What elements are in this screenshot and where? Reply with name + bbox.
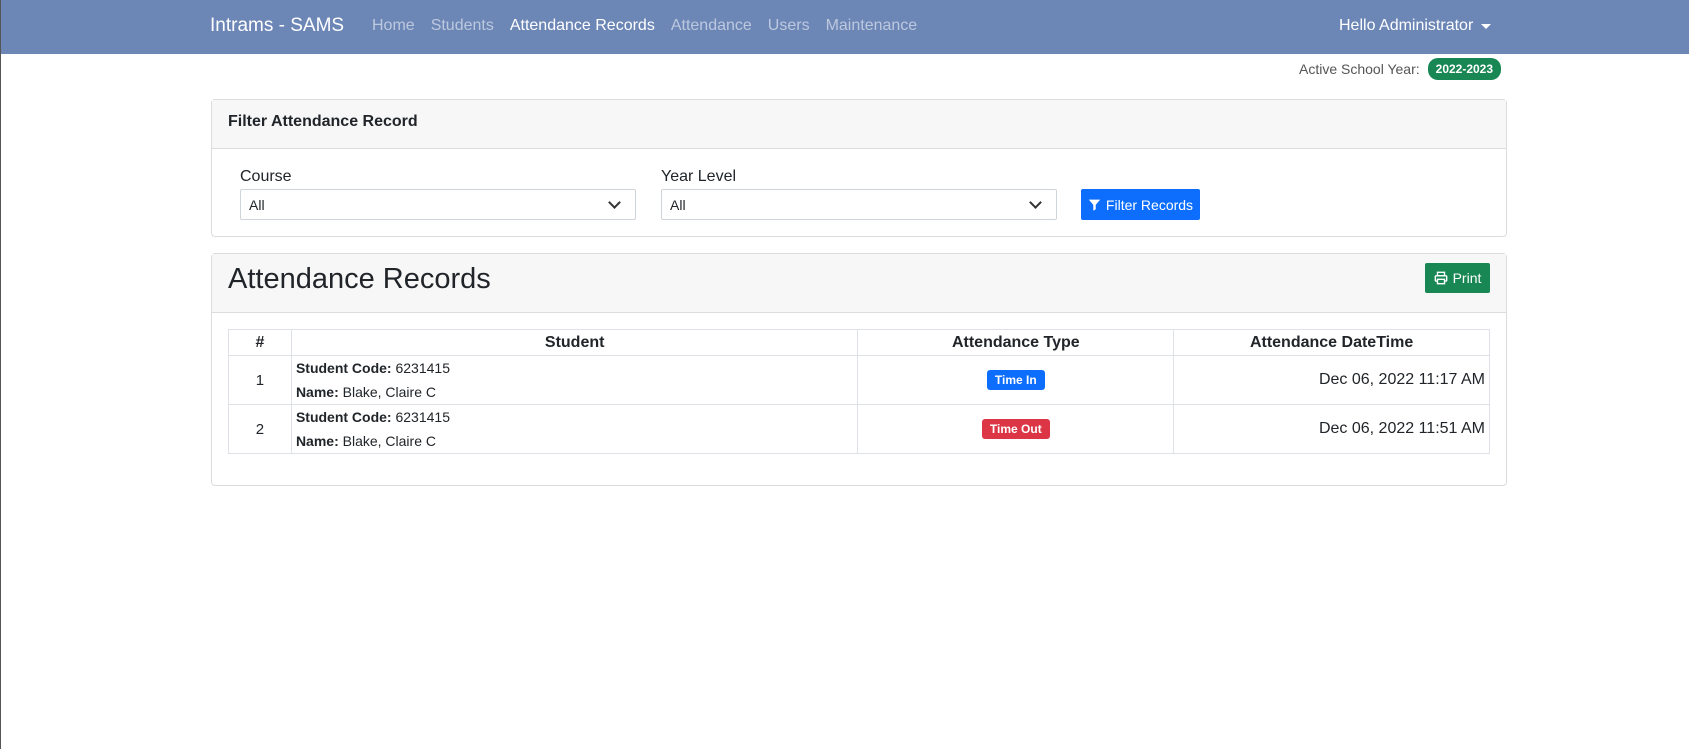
attendance-datetime: Dec 06, 2022 11:51 AM bbox=[1173, 404, 1490, 454]
student-name-label: Name: bbox=[295, 384, 339, 400]
table-row: 2 Student Code: 6231415 Name: Blake, Cla… bbox=[228, 404, 1490, 454]
top-navbar: Intrams - SAMS Home Students Attendance … bbox=[1, 0, 1689, 54]
filter-icon bbox=[1088, 199, 1101, 211]
records-title: Attendance Records bbox=[228, 263, 491, 295]
year-level-select[interactable]: All bbox=[661, 189, 1057, 220]
attendance-type-cell: Time In bbox=[857, 355, 1175, 405]
time-out-badge: Time Out bbox=[981, 419, 1050, 439]
row-number: 1 bbox=[228, 355, 292, 405]
user-menu-dropdown[interactable]: Hello Administrator bbox=[1339, 17, 1492, 35]
column-header-type: Attendance Type bbox=[857, 329, 1175, 356]
student-name-value: Blake, Claire C bbox=[342, 433, 436, 449]
nav-link-attendance[interactable]: Attendance bbox=[671, 17, 752, 35]
row-number: 2 bbox=[228, 404, 292, 454]
records-card-header: Attendance Records Print bbox=[212, 254, 1506, 313]
nav-link-attendance-records[interactable]: Attendance Records bbox=[510, 17, 655, 35]
attendance-type-cell: Time Out bbox=[857, 404, 1175, 454]
attendance-datetime: Dec 06, 2022 11:17 AM bbox=[1173, 355, 1490, 405]
student-code-label: Student Code: bbox=[295, 360, 392, 376]
column-header-student: Student bbox=[290, 329, 859, 356]
print-label: Print bbox=[1452, 270, 1482, 286]
attendance-table: # Student Attendance Type Attendance Dat… bbox=[228, 329, 1490, 454]
nav-links: Home Students Attendance Records Attenda… bbox=[372, 17, 933, 35]
print-button[interactable]: Print bbox=[1425, 263, 1490, 293]
chevron-down-icon bbox=[1029, 196, 1042, 209]
course-select[interactable]: All bbox=[240, 189, 636, 220]
brand-title[interactable]: Intrams - SAMS bbox=[210, 15, 344, 37]
student-cell: Student Code: 6231415 Name: Blake, Clair… bbox=[290, 355, 859, 405]
school-year-badge: 2022-2023 bbox=[1427, 58, 1502, 80]
student-cell: Student Code: 6231415 Name: Blake, Clair… bbox=[290, 404, 859, 454]
active-school-year: Active School Year: 2022-2023 bbox=[1299, 58, 1502, 80]
table-row: 1 Student Code: 6231415 Name: Blake, Cla… bbox=[228, 355, 1490, 405]
chevron-down-icon bbox=[608, 196, 621, 209]
student-name-label: Name: bbox=[295, 433, 339, 449]
year-level-select-value: All bbox=[670, 197, 686, 213]
caret-down-icon bbox=[1481, 23, 1492, 29]
course-select-value: All bbox=[249, 197, 265, 213]
student-code-value: 6231415 bbox=[395, 409, 450, 425]
filter-records-label: Filter Records bbox=[1105, 196, 1194, 213]
filter-card-title: Filter Attendance Record bbox=[228, 113, 418, 130]
printer-icon bbox=[1434, 271, 1447, 285]
nav-link-maintenance[interactable]: Maintenance bbox=[826, 17, 918, 35]
time-in-badge: Time In bbox=[986, 370, 1045, 390]
column-header-datetime: Attendance DateTime bbox=[1173, 329, 1490, 356]
student-code-label: Student Code: bbox=[295, 409, 392, 425]
nav-link-home[interactable]: Home bbox=[372, 17, 415, 35]
nav-link-students[interactable]: Students bbox=[431, 17, 494, 35]
table-header-row: # Student Attendance Type Attendance Dat… bbox=[228, 329, 1490, 356]
filter-card-header: Filter Attendance Record bbox=[212, 100, 1506, 149]
filter-card: Filter Attendance Record Course All Year… bbox=[211, 99, 1507, 237]
records-card: Attendance Records Print # Student Atten… bbox=[211, 253, 1507, 486]
student-code-value: 6231415 bbox=[395, 360, 450, 376]
nav-link-users[interactable]: Users bbox=[768, 17, 810, 35]
year-level-label: Year Level bbox=[661, 168, 737, 185]
filter-records-button[interactable]: Filter Records bbox=[1081, 189, 1200, 220]
school-year-label: Active School Year: bbox=[1299, 61, 1420, 77]
user-menu-label: Hello Administrator bbox=[1339, 17, 1474, 34]
student-name-value: Blake, Claire C bbox=[342, 384, 436, 400]
column-header-num: # bbox=[228, 329, 292, 356]
course-label: Course bbox=[240, 168, 292, 185]
